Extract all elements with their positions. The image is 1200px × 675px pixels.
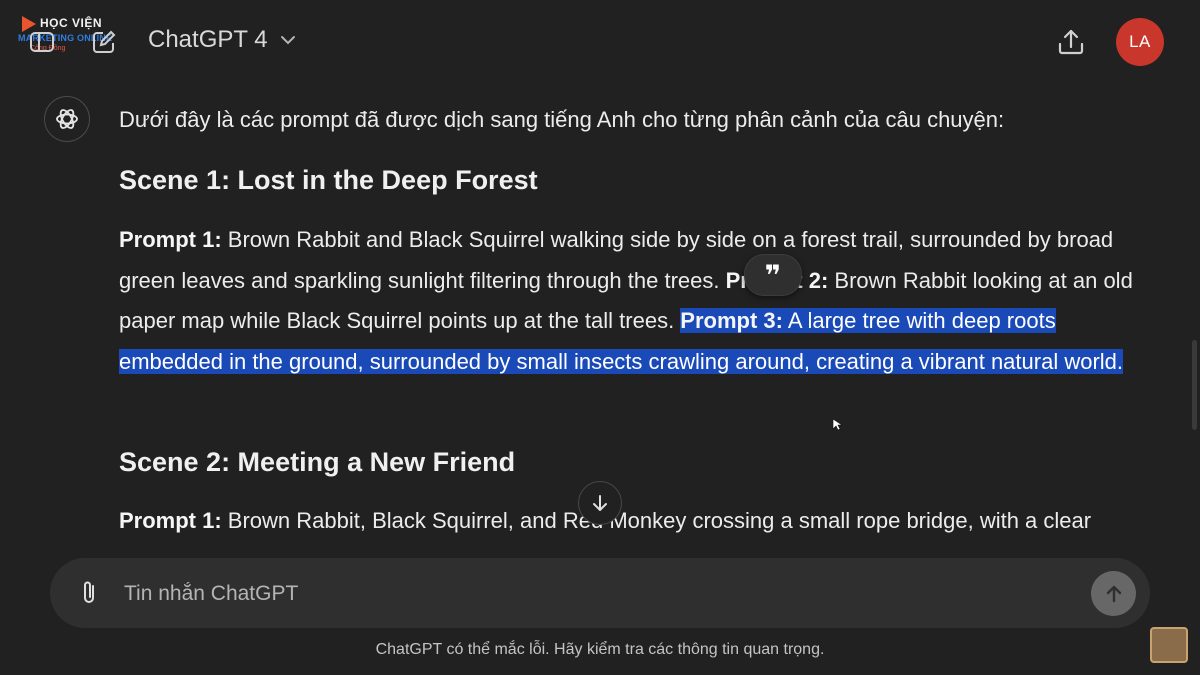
model-selector[interactable]: ChatGPT 4 xyxy=(148,26,298,54)
assistant-avatar xyxy=(44,96,90,142)
assistant-message: Dưới đây là các prompt đã được dịch sang… xyxy=(119,100,1159,533)
scrollbar-thumb[interactable] xyxy=(1192,340,1197,430)
send-button[interactable] xyxy=(1091,571,1136,616)
scene2-paragraph: Prompt 1: Brown Rabbit, Black Squirrel, … xyxy=(119,501,1159,542)
corner-thumbnail xyxy=(1150,627,1188,663)
paperclip-icon[interactable] xyxy=(76,578,102,608)
quote-button[interactable]: ❞ xyxy=(744,254,802,296)
prompt-label: Prompt 1: xyxy=(119,508,222,533)
scene1-heading: Scene 1: Lost in the Deep Forest xyxy=(119,165,538,195)
new-chat-icon[interactable] xyxy=(90,28,118,56)
arrow-up-icon xyxy=(1106,585,1121,602)
openai-logo-icon xyxy=(56,109,78,129)
message-composer xyxy=(50,558,1150,628)
model-name: ChatGPT 4 xyxy=(148,26,268,53)
prompt-label: Prompt 3: xyxy=(680,308,783,333)
user-avatar[interactable]: LA xyxy=(1116,18,1164,66)
share-icon[interactable] xyxy=(1056,27,1086,57)
quote-icon: ❞ xyxy=(764,259,782,291)
arrow-down-icon xyxy=(593,495,607,511)
message-intro: Dưới đây là các prompt đã được dịch sang… xyxy=(119,107,1005,132)
scene1-paragraph: Prompt 1: Brown Rabbit and Black Squirre… xyxy=(119,220,1159,382)
chevron-down-icon xyxy=(280,36,295,45)
disclaimer-text: ChatGPT có thể mắc lỗi. Hãy kiểm tra các… xyxy=(375,641,825,658)
mouse-cursor-icon xyxy=(832,418,842,431)
prompt-label: Prompt 1: xyxy=(119,227,222,252)
sidebar-icon[interactable] xyxy=(28,28,56,56)
scene2-heading: Scene 2: Meeting a New Friend xyxy=(119,447,516,477)
message-input[interactable] xyxy=(122,572,1026,616)
prompt-text: Brown Rabbit, Black Squirrel, and Red Mo… xyxy=(221,508,1092,533)
top-bar: HỌC VIỆN MARKETING ONLINE Cộng Đồng Chat… xyxy=(0,0,1200,84)
scroll-down-button[interactable] xyxy=(578,481,622,525)
